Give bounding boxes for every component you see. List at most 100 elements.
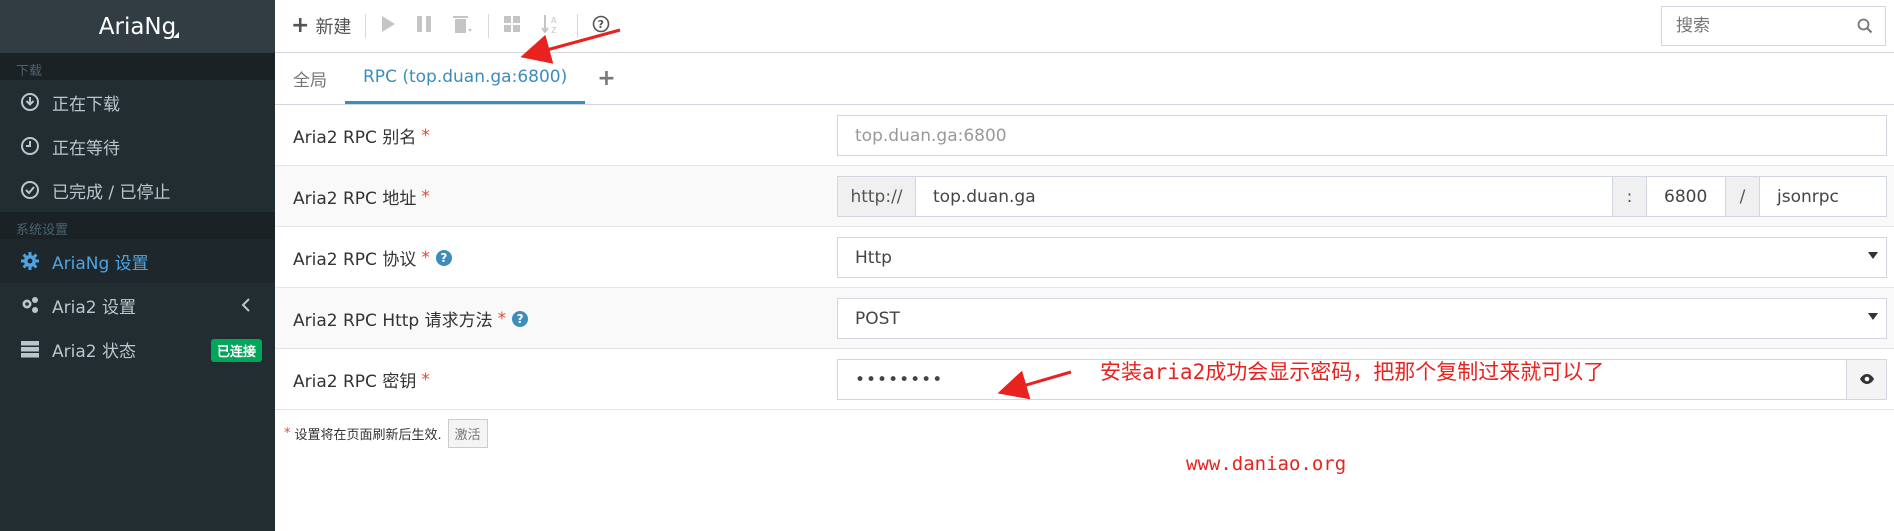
note-text: 设置将在页面刷新后生效. [294,428,442,443]
caret-down-icon [1868,252,1878,259]
app-root: AriaNg 下载 正在下载 正在等待 已完成 / 已停止 系统设置 AriaN… [0,0,1894,531]
svg-text:A: A [551,16,557,25]
required-mark: * [421,247,430,268]
search-box [1661,6,1886,46]
sidebar-item-aria2-status[interactable]: Aria2 状态 已连接 [0,327,275,371]
search-input[interactable] [1662,8,1847,44]
help-icon[interactable]: ? [512,310,529,327]
rpc-alias-placeholder: top.duan.ga:6800 [855,125,1007,146]
delete-button[interactable] [442,0,484,53]
row-rpc-secret: Aria2 RPC 密钥 * •••••••• [275,349,1894,410]
download-circle-icon [20,92,40,112]
rpc-alias-input[interactable]: top.duan.ga:6800 [837,115,1887,156]
sidebar-item-downloading[interactable]: 正在下载 [0,80,275,124]
select-all-button[interactable] [493,0,531,53]
status-badge: 已连接 [210,339,262,362]
sidebar-item-ariang-settings[interactable]: AriaNg 设置 [0,239,275,283]
rpc-method-label: Aria2 RPC Http 请求方法 * ? [293,288,529,349]
chevron-left-icon [241,297,251,318]
row-rpc-method: Aria2 RPC Http 请求方法 * ? POST [275,288,1894,349]
rpc-colon-addon: : [1613,177,1647,216]
new-task-label: 新建 [315,17,352,38]
rpc-method-select[interactable]: POST [837,298,1887,339]
annotation-url: www.daniao.org [1186,453,1347,475]
pause-button[interactable] [406,0,442,53]
logo-caret-icon [173,32,179,38]
help-icon[interactable]: ? [435,249,452,266]
label-text: Aria2 RPC 别名 [293,128,417,148]
row-rpc-address: Aria2 RPC 地址 * http:// top.duan.ga : 680… [275,166,1894,227]
rpc-protocol-label: Aria2 RPC 协议 * ? [293,227,452,288]
annotation-hint-prefix: 安装 [1100,360,1142,384]
search-icon[interactable] [1847,18,1883,34]
tab-rpc[interactable]: RPC (top.duan.ga:6800) [345,52,586,104]
rpc-settings-form: Aria2 RPC 别名 * top.duan.ga:6800 Aria2 RP… [275,105,1894,410]
gears-icon [20,295,40,315]
eye-icon [1859,370,1875,390]
sidebar-item-label: Aria2 状态 [52,341,136,362]
toolbar-divider [365,14,367,38]
settings-note: * 设置将在页面刷新后生效. 激活 [284,419,488,448]
toolbar: + 新建 AZ ? [275,0,1894,53]
logo-text: AriaNg [98,13,177,40]
svg-text:Z: Z [551,26,557,34]
rpc-path-input[interactable]: jsonrpc [1760,177,1886,216]
label-text: Aria2 RPC Http 请求方法 [293,311,493,331]
new-task-button[interactable]: + 新建 [275,0,361,53]
rpc-method-value: POST [855,308,900,329]
rpc-protocol-select[interactable]: Http [837,237,1887,278]
sidebar-item-label: Aria2 设置 [52,297,136,318]
annotation-hint: 安装aria2成功会显示密码，把那个复制过来就可以了 [1100,356,1604,386]
required-mark: * [421,125,430,146]
sort-button[interactable]: AZ [531,0,573,53]
sidebar-item-label: 已完成 / 已停止 [52,182,171,203]
row-rpc-protocol: Aria2 RPC 协议 * ? Http [275,227,1894,288]
show-secret-button[interactable] [1846,360,1886,399]
sidebar: AriaNg 下载 正在下载 正在等待 已完成 / 已停止 系统设置 AriaN… [0,0,275,531]
rpc-protocol-value: Http [855,247,892,268]
app-logo[interactable]: AriaNg [0,0,275,53]
sidebar-item-waiting[interactable]: 正在等待 [0,124,275,168]
sidebar-item-aria2-settings[interactable]: Aria2 设置 [0,283,275,327]
sidebar-item-label: 正在等待 [52,138,120,159]
pause-icon [416,15,432,38]
sidebar-section-settings: 系统设置 [0,212,275,239]
svg-text:?: ? [598,18,604,31]
gear-icon [20,251,40,271]
activate-button[interactable]: 激活 [447,419,488,448]
sidebar-item-stopped[interactable]: 已完成 / 已停止 [0,168,275,212]
play-icon [380,15,396,38]
rpc-scheme-addon[interactable]: http:// [838,177,916,216]
caret-down-icon [1868,313,1878,320]
required-mark: * [421,186,430,207]
rpc-port-input[interactable]: 6800 [1647,177,1726,216]
toolbar-divider [577,14,579,38]
plus-icon: + [291,13,310,38]
toolbar-divider [488,14,490,38]
label-text: Aria2 RPC 协议 [293,250,417,270]
sidebar-item-label: 正在下载 [52,94,120,115]
grid-icon [503,15,521,38]
question-circle-icon: ? [592,15,610,38]
sidebar-item-label: AriaNg 设置 [52,253,149,274]
tab-global[interactable]: 全局 [275,52,345,104]
help-button[interactable]: ? [582,0,620,53]
required-mark: * [284,426,291,441]
rpc-alias-label: Aria2 RPC 别名 * [293,105,430,166]
rpc-address-group: http:// top.duan.ga : 6800 / jsonrpc [837,176,1887,217]
rpc-host-input[interactable]: top.duan.ga [916,177,1613,216]
annotation-hint-mono: aria2 [1142,360,1206,384]
check-circle-icon [20,180,40,200]
sidebar-section-download: 下载 [0,53,275,80]
label-text: Aria2 RPC 地址 [293,189,417,209]
label-text: Aria2 RPC 密钥 [293,372,417,392]
rpc-secret-label: Aria2 RPC 密钥 * [293,349,430,410]
row-rpc-alias: Aria2 RPC 别名 * top.duan.ga:6800 [275,105,1894,166]
add-rpc-tab-button[interactable]: + [585,52,627,104]
plus-icon: + [597,65,616,91]
rpc-slash-addon: / [1726,177,1760,216]
trash-icon [452,14,474,39]
required-mark: * [421,369,430,390]
start-button[interactable] [370,0,406,53]
sort-alpha-icon: AZ [541,14,563,39]
